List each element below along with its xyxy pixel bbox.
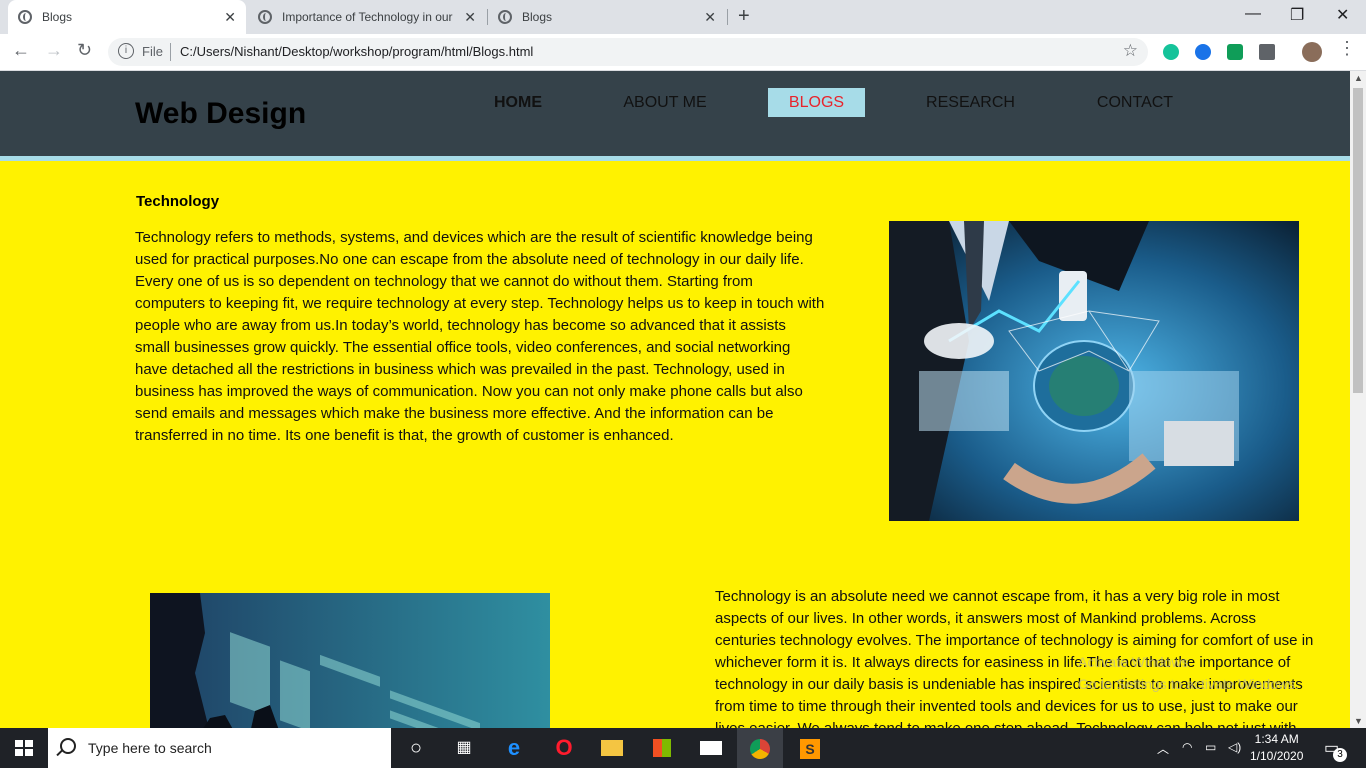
info-icon[interactable]: i [118,43,134,59]
nav-about-me[interactable]: ABOUT ME [612,88,718,117]
tab-importance-of-technology[interactable]: Importance of Technology in our ✕ [248,0,486,34]
technology-paragraph-1: Technology refers to methods, systems, a… [135,229,825,444]
taskbar-search-box[interactable]: Type here to search [48,728,391,768]
search-icon [60,738,76,754]
url-text[interactable]: C:/Users/Nishant/Desktop/workshop/progra… [180,44,533,59]
watermark-title: Activate Windows [1078,654,1189,670]
scroll-thumb[interactable] [1353,88,1363,393]
address-bar[interactable]: i File C:/Users/Nishant/Desktop/workshop… [108,38,1148,66]
nav-contact[interactable]: CONTACT [1086,88,1184,117]
site-header: Web Design HOME ABOUT ME BLOGS RESEARCH … [0,71,1350,161]
minimize-icon[interactable]: — [1245,5,1261,23]
wifi-icon[interactable]: ◠ [1182,740,1192,754]
screen-extension-icon[interactable] [1259,44,1275,60]
browser-toolbar: ← → ↻ i File C:/Users/Nishant/Desktop/wo… [0,34,1366,71]
close-tab-icon[interactable]: ✕ [464,9,476,26]
nav-blogs[interactable]: BLOGS [768,88,865,117]
globe-icon [498,10,512,24]
globe-icon [18,10,32,24]
close-tab-icon[interactable]: ✕ [704,9,716,26]
sublime-text-icon[interactable]: S [798,736,822,760]
grammarly-extension-icon[interactable] [1163,44,1179,60]
menu-kebab-icon[interactable]: ⋮ [1338,38,1356,59]
tab-title: Importance of Technology in our [282,10,453,24]
task-view-icon[interactable]: ▦ [452,736,476,760]
search-placeholder: Type here to search [88,740,212,756]
scroll-up-arrow-icon[interactable]: ▲ [1354,73,1363,83]
chrome-taskbar-button[interactable] [737,728,783,768]
edge-browser-icon[interactable]: e [502,736,526,760]
technology-businessman-image [889,221,1299,521]
system-clock[interactable]: 1:34 AM 1/10/2020 [1250,731,1303,765]
windows-taskbar: Type here to search ○ ▦ e O S ︿ ◠ ▭ ◁) 1… [0,728,1366,768]
globe-icon [258,10,272,24]
mail-icon[interactable] [699,736,723,760]
file-explorer-icon[interactable] [600,736,624,760]
nav-research[interactable]: RESEARCH [915,88,1026,117]
web-page: Web Design HOME ABOUT ME BLOGS RESEARCH … [0,71,1350,728]
page-scrollbar[interactable]: ▲ ▼ [1350,71,1366,728]
battery-icon[interactable]: ▭ [1205,740,1216,754]
forward-icon[interactable]: → [45,40,63,61]
section-title: Technology [136,193,220,210]
windows-start-icon[interactable] [15,740,33,756]
tab-title: Blogs [522,10,553,24]
scroll-down-arrow-icon[interactable]: ▼ [1354,716,1363,726]
volume-icon[interactable]: ◁) [1228,740,1241,754]
scheme-label: File [142,44,163,59]
site-logo[interactable]: Web Design [135,97,306,131]
clock-time: 1:34 AM [1254,732,1299,746]
back-icon[interactable]: ← [12,40,30,61]
profile-avatar[interactable] [1302,42,1322,62]
bookmark-star-icon[interactable]: ☆ [1123,41,1138,61]
tray-overflow-chevron-icon[interactable]: ︿ [1157,740,1169,757]
opera-browser-icon[interactable]: O [552,736,576,760]
tab-separator [727,9,728,25]
tab-blogs-active[interactable]: Blogs ✕ [8,0,246,34]
clock-date: 1/10/2020 [1250,749,1304,763]
activate-windows-watermark: Activate Windows Go to Settings to activ… [1078,651,1299,695]
tab-strip: Blogs ✕ Importance of Technology in our … [0,0,1366,34]
shield-extension-icon[interactable] [1227,44,1243,60]
cortana-icon[interactable]: ○ [404,736,428,760]
tab-title: Blogs [42,10,73,24]
restore-icon[interactable]: ❐ [1290,5,1304,25]
close-tab-icon[interactable]: ✕ [224,9,236,26]
globe-extension-icon[interactable] [1195,44,1211,60]
technology-interface-image [150,593,550,728]
watermark-subtitle: Go to Settings to activate Windows. [1078,676,1299,692]
close-window-icon[interactable]: ✕ [1336,5,1349,25]
reload-icon[interactable]: ↻ [77,40,92,61]
microsoft-store-icon[interactable] [650,736,674,760]
tab-blogs[interactable]: Blogs ✕ [488,0,726,34]
notification-count-badge: 3 [1333,748,1347,762]
nav-home[interactable]: HOME [482,88,554,117]
omnibox-divider [170,43,171,61]
new-tab-button[interactable]: + [738,5,750,28]
